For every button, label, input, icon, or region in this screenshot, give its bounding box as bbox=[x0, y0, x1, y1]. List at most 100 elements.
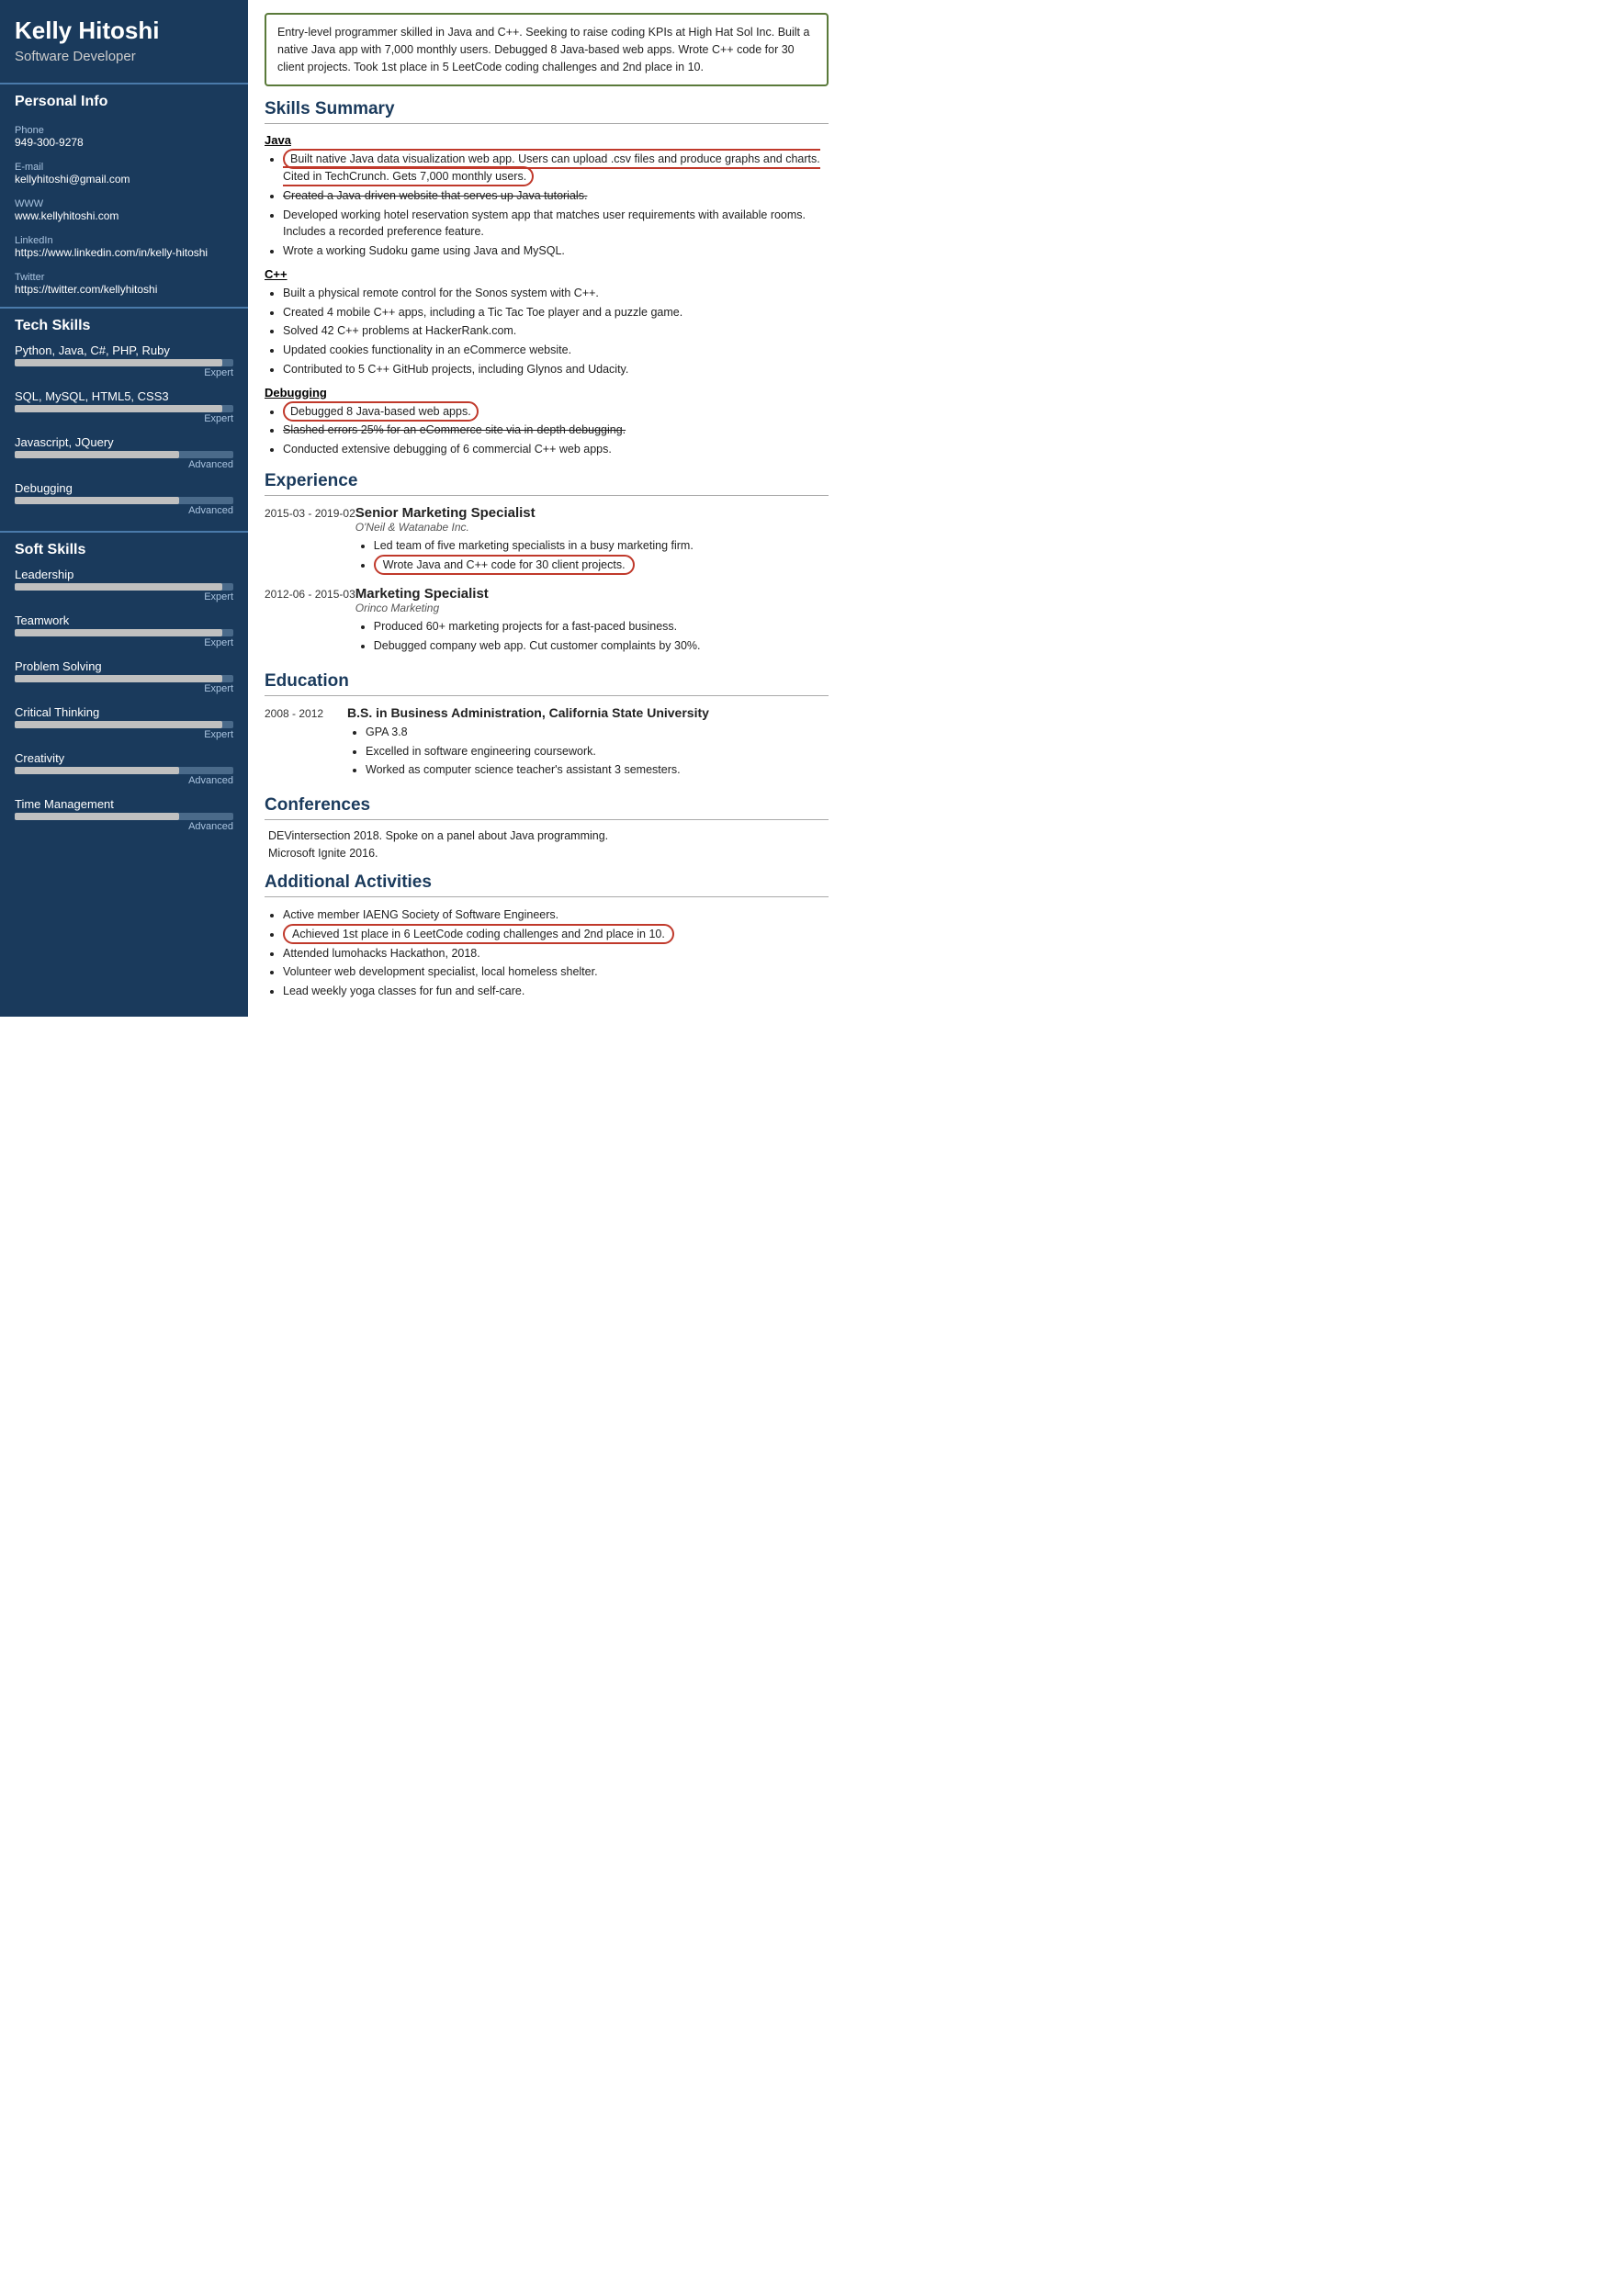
soft-skills-section: Leadership Expert Teamwork Expert Proble… bbox=[0, 564, 248, 839]
skill-bar-fill bbox=[15, 583, 222, 591]
skill-name: Teamwork bbox=[15, 613, 233, 627]
edu-degree: B.S. in Business Administration, Califor… bbox=[347, 705, 829, 720]
java-section: Java Built native Java data visualizatio… bbox=[265, 133, 829, 260]
exp-company: O'Neil & Watanabe Inc. bbox=[355, 521, 829, 534]
skill-level: Expert bbox=[15, 367, 233, 378]
edu-bullet: Excelled in software engineering coursew… bbox=[366, 743, 829, 760]
skill-bar-fill bbox=[15, 497, 179, 504]
tech-skills-title: Tech Skills bbox=[0, 307, 248, 340]
skill-name: Python, Java, C#, PHP, Ruby bbox=[15, 343, 233, 357]
contact-value: www.kellyhitoshi.com bbox=[15, 209, 233, 222]
highlighted-bullet: Debugged 8 Java-based web apps. bbox=[283, 401, 479, 422]
education-section: 2008 - 2012B.S. in Business Administrati… bbox=[265, 705, 829, 782]
candidate-name: Kelly Hitoshi bbox=[15, 17, 233, 45]
skill-bar-fill bbox=[15, 451, 179, 458]
experience-row: 2012-06 - 2015-03Marketing SpecialistOri… bbox=[265, 586, 829, 658]
cpp-bullet: Contributed to 5 C++ GitHub projects, in… bbox=[283, 361, 829, 378]
contact-value: 949-300-9278 bbox=[15, 136, 233, 149]
contact-label: Twitter bbox=[15, 272, 233, 283]
skill-name: Leadership bbox=[15, 568, 233, 581]
soft-skill-item: Critical Thinking Expert bbox=[0, 702, 248, 748]
additional-bullet: Lead weekly yoga classes for fun and sel… bbox=[283, 983, 829, 1000]
skill-bar-fill bbox=[15, 813, 179, 820]
skill-bar-bg bbox=[15, 767, 233, 774]
java-bullet: Developed working hotel reservation syst… bbox=[283, 207, 829, 242]
contact-label: Phone bbox=[15, 125, 233, 136]
tech-skill-item: SQL, MySQL, HTML5, CSS3 Expert bbox=[0, 386, 248, 432]
additional-title: Additional Activities bbox=[265, 872, 829, 897]
cpp-bullet: Created 4 mobile C++ apps, including a T… bbox=[283, 304, 829, 321]
highlighted-bullet: Achieved 1st place in 6 LeetCode coding … bbox=[283, 924, 674, 944]
soft-skill-item: Leadership Expert bbox=[0, 564, 248, 610]
skill-bar-bg bbox=[15, 405, 233, 412]
soft-skill-item: Teamwork Expert bbox=[0, 610, 248, 656]
skills-summary-title: Skills Summary bbox=[265, 99, 829, 124]
skill-bar-bg bbox=[15, 629, 233, 636]
contact-item: Phone949-300-9278 bbox=[0, 116, 248, 152]
contact-label: WWW bbox=[15, 198, 233, 209]
education-title: Education bbox=[265, 671, 829, 696]
skill-level: Advanced bbox=[15, 505, 233, 516]
additional-bullets: Active member IAENG Society of Software … bbox=[265, 906, 829, 1000]
debugging-bullet: Debugged 8 Java-based web apps. bbox=[283, 403, 829, 421]
exp-bullet: Led team of five marketing specialists i… bbox=[374, 537, 829, 555]
java-bullet: Built native Java data visualization web… bbox=[283, 151, 829, 186]
debugging-bullet: Slashed errors 25% for an eCommerce site… bbox=[283, 422, 829, 439]
skill-name: Debugging bbox=[15, 481, 233, 495]
additional-bullet: Attended lumohacks Hackathon, 2018. bbox=[283, 945, 829, 962]
skill-bar-bg bbox=[15, 813, 233, 820]
experience-section: 2015-03 - 2019-02Senior Marketing Specia… bbox=[265, 505, 829, 658]
edu-content: B.S. in Business Administration, Califor… bbox=[347, 705, 829, 782]
candidate-title: Software Developer bbox=[15, 49, 233, 64]
skill-bar-fill bbox=[15, 359, 222, 366]
edu-bullets: GPA 3.8 Excelled in software engineering … bbox=[347, 724, 829, 779]
tech-skill-item: Debugging Advanced bbox=[0, 478, 248, 523]
contact-label: LinkedIn bbox=[15, 235, 233, 246]
skill-level: Expert bbox=[15, 683, 233, 694]
exp-date: 2015-03 - 2019-02 bbox=[265, 505, 355, 578]
exp-company: Orinco Marketing bbox=[355, 602, 829, 614]
java-bullets: Built native Java data visualization web… bbox=[265, 151, 829, 260]
exp-bullets: Produced 60+ marketing projects for a fa… bbox=[355, 618, 829, 655]
skill-bar-bg bbox=[15, 721, 233, 728]
edu-bullet: Worked as computer science teacher's ass… bbox=[366, 761, 829, 779]
exp-bullet: Debugged company web app. Cut customer c… bbox=[374, 637, 829, 655]
highlighted-bullet: Built native Java data visualization web… bbox=[283, 149, 820, 186]
exp-bullet: Wrote Java and C++ code for 30 client pr… bbox=[374, 557, 829, 574]
experience-row: 2015-03 - 2019-02Senior Marketing Specia… bbox=[265, 505, 829, 578]
additional-bullet: Achieved 1st place in 6 LeetCode coding … bbox=[283, 926, 829, 943]
cpp-bullet: Solved 42 C++ problems at HackerRank.com… bbox=[283, 322, 829, 340]
sidebar-header: Kelly Hitoshi Software Developer bbox=[0, 0, 248, 75]
cpp-title: C++ bbox=[265, 267, 829, 281]
java-title: Java bbox=[265, 133, 829, 147]
soft-skill-item: Time Management Advanced bbox=[0, 793, 248, 839]
skill-bar-bg bbox=[15, 583, 233, 591]
exp-content: Senior Marketing SpecialistO'Neil & Wata… bbox=[355, 505, 829, 578]
skill-bar-fill bbox=[15, 629, 222, 636]
skill-name: SQL, MySQL, HTML5, CSS3 bbox=[15, 389, 233, 403]
exp-bullet: Produced 60+ marketing projects for a fa… bbox=[374, 618, 829, 636]
skill-name: Creativity bbox=[15, 751, 233, 765]
conferences-section: DEVintersection 2018. Spoke on a panel a… bbox=[265, 829, 829, 860]
exp-date: 2012-06 - 2015-03 bbox=[265, 586, 355, 658]
skill-name: Problem Solving bbox=[15, 659, 233, 673]
debugging-bullets: Debugged 8 Java-based web apps.Slashed e… bbox=[265, 403, 829, 458]
skill-level: Expert bbox=[15, 729, 233, 740]
skill-bar-bg bbox=[15, 451, 233, 458]
contact-value: https://www.linkedin.com/in/kelly-hitosh… bbox=[15, 246, 233, 259]
contact-item: Twitterhttps://twitter.com/kellyhitoshi bbox=[0, 263, 248, 299]
tech-skills-section: Python, Java, C#, PHP, Ruby Expert SQL, … bbox=[0, 340, 248, 523]
exp-content: Marketing SpecialistOrinco Marketing Prod… bbox=[355, 586, 829, 658]
skill-level: Advanced bbox=[15, 821, 233, 832]
contact-item: WWWwww.kellyhitoshi.com bbox=[0, 189, 248, 226]
skill-level: Advanced bbox=[15, 459, 233, 470]
personal-info-section: Phone949-300-9278E-mailkellyhitoshi@gmai… bbox=[0, 116, 248, 299]
highlighted-bullet: Wrote Java and C++ code for 30 client pr… bbox=[374, 555, 635, 575]
skill-level: Advanced bbox=[15, 775, 233, 786]
exp-job-title: Marketing Specialist bbox=[355, 586, 829, 602]
skill-name: Time Management bbox=[15, 797, 233, 811]
debugging-section: Debugging Debugged 8 Java-based web apps… bbox=[265, 386, 829, 458]
skill-bar-fill bbox=[15, 405, 222, 412]
skill-level: Expert bbox=[15, 637, 233, 648]
edu-bullet: GPA 3.8 bbox=[366, 724, 829, 741]
